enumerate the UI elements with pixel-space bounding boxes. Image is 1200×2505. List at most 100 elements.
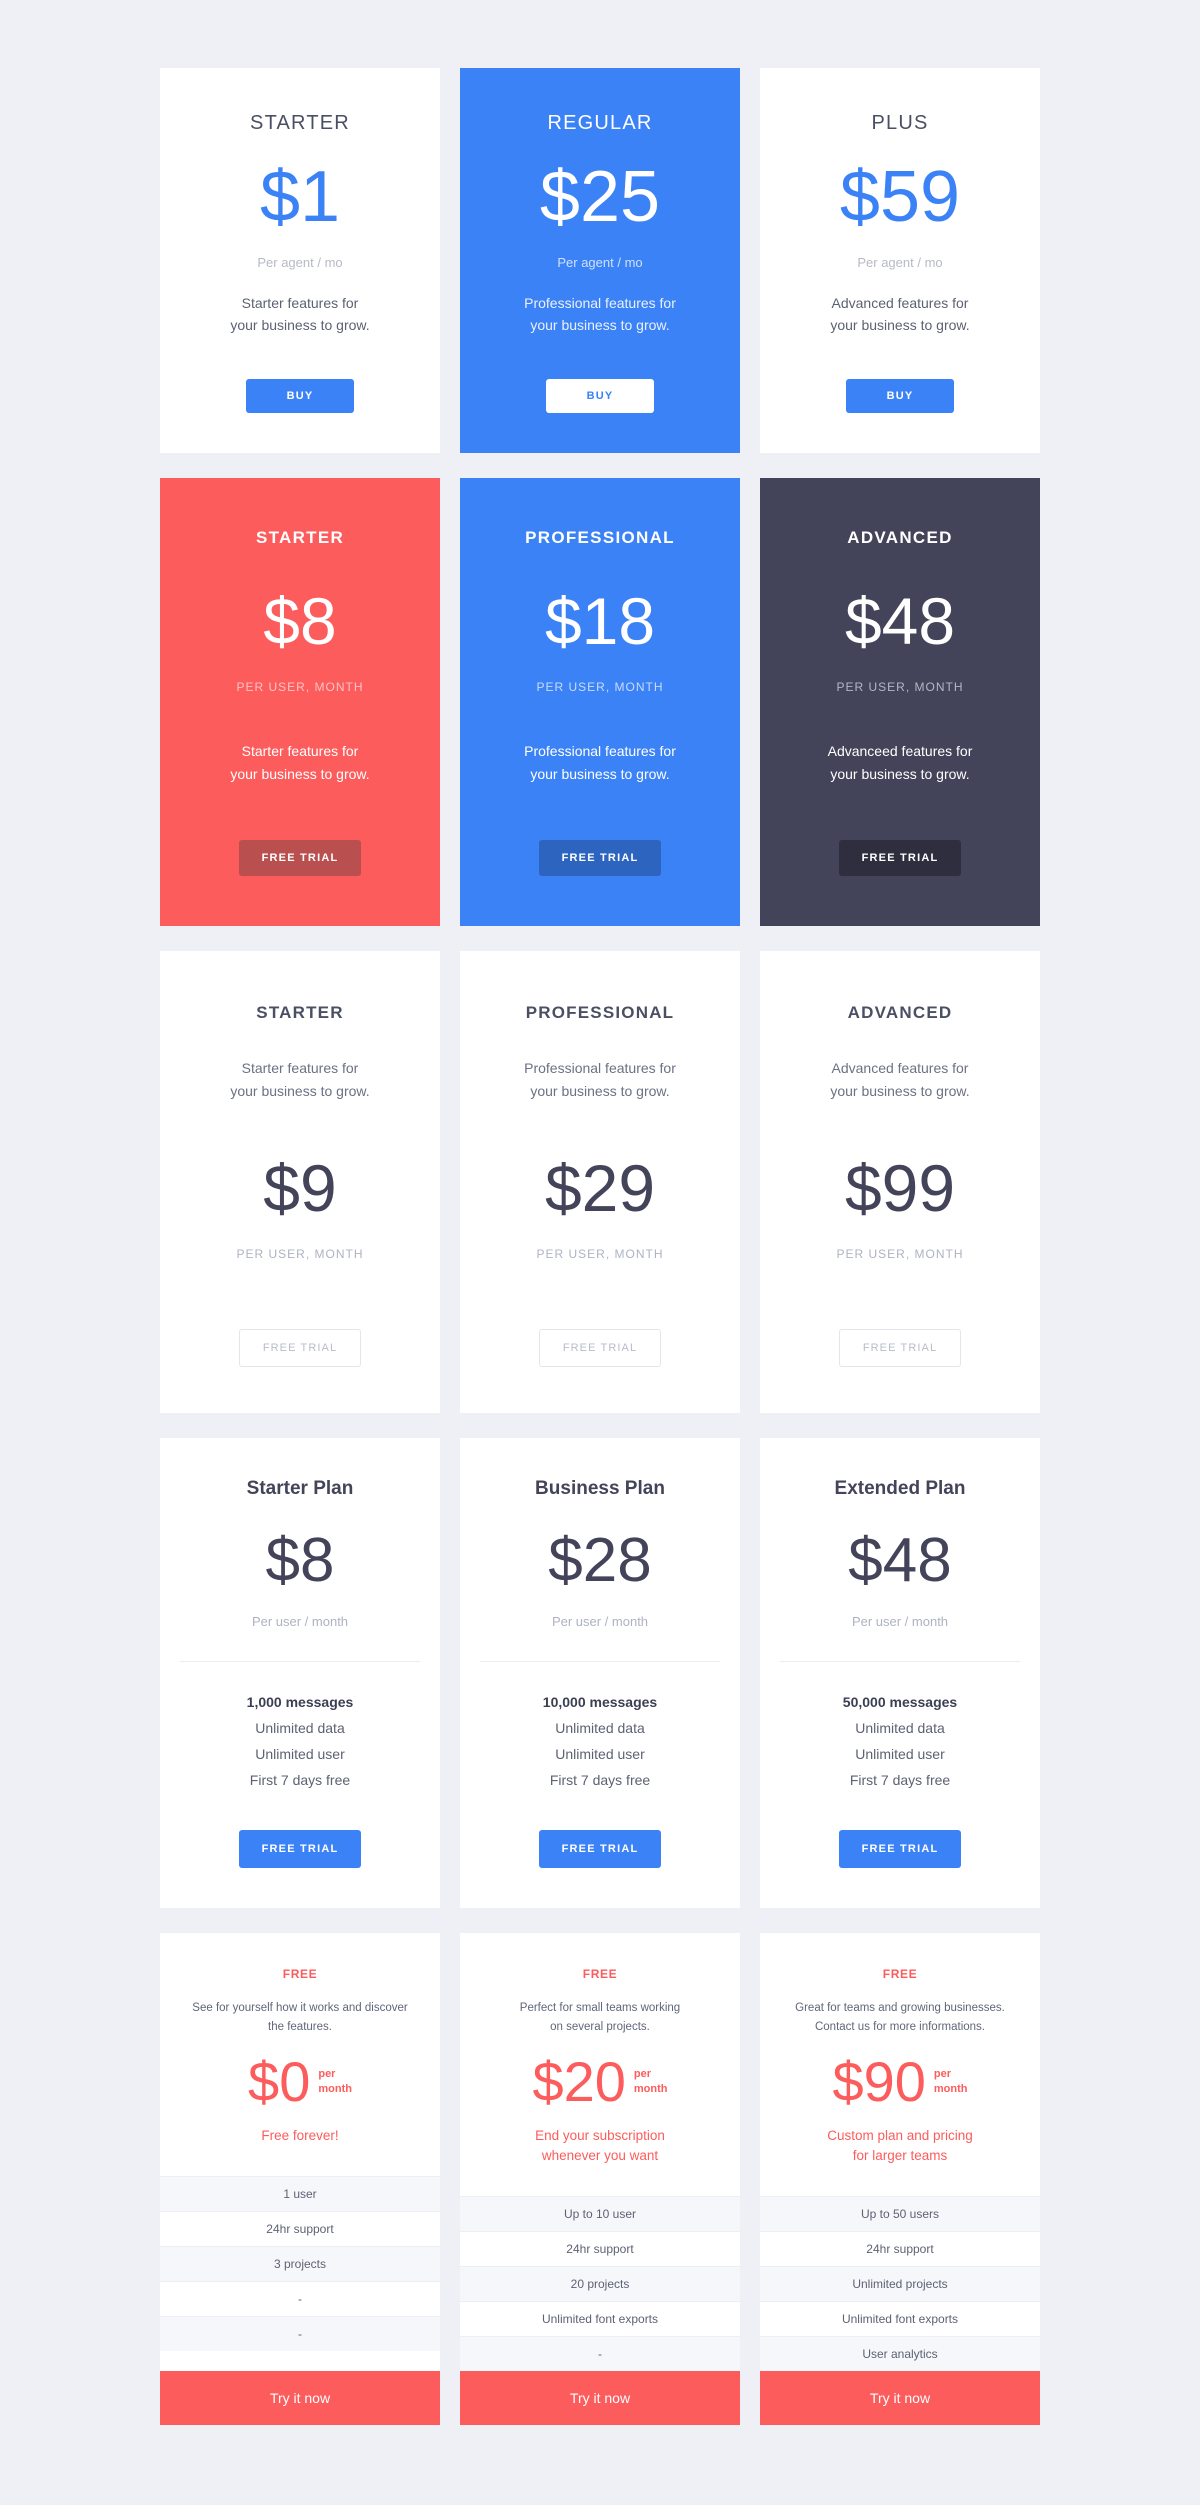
pricing-card-starter-r3[interactable]: STARTER Starter features for your busine… (160, 950, 440, 1414)
plan-period: PER USER, MONTH (536, 679, 664, 694)
plan-period: PER USER, MONTH (236, 1247, 364, 1262)
card-header: FREE Great for teams and growing busines… (760, 1933, 1040, 2197)
plan-title: PROFESSIONAL (525, 527, 675, 547)
buy-button[interactable]: BUY (546, 378, 654, 413)
plan-price-unit-line-2: month (933, 2082, 968, 2095)
plan-period: PER USER, MONTH (836, 679, 964, 694)
feature-list: 10,000 messages Unlimited data Unlimited… (543, 1690, 657, 1794)
card-header: FREE See for yourself how it works and d… (160, 1933, 440, 2176)
plan-description-line-2: your business to grow. (830, 765, 970, 782)
section-divider (180, 1661, 420, 1663)
table-row: 24hr support (160, 2211, 440, 2247)
plan-period: Per user / month (551, 1614, 649, 1630)
table-row: - (160, 2316, 440, 2352)
feature-table: Up to 50 users 24hr support Unlimited pr… (760, 2196, 1040, 2372)
pricing-card-starter-r1[interactable]: STARTER $1 Per agent / mo Starter featur… (160, 68, 440, 453)
pricing-card-plus-r1[interactable]: PLUS $59 Per agent / mo Advanced feature… (760, 68, 1040, 453)
price-block: $20 per month (532, 2053, 668, 2110)
pricing-card-advanced-r2[interactable]: ADVANCED $48 PER USER, MONTH Advanceed f… (760, 477, 1040, 926)
plan-title: STARTER (255, 527, 345, 547)
try-it-now-button[interactable]: Try it now (760, 2371, 1040, 2426)
plan-title: Business Plan (535, 1478, 665, 1500)
try-it-now-button[interactable]: Try it now (160, 2371, 440, 2426)
free-trial-button[interactable]: FREE TRIAL (539, 1329, 661, 1368)
plan-description-line-2: your business to grow. (830, 317, 970, 334)
buy-button[interactable]: BUY (846, 378, 954, 413)
plan-tagline-line-1: Custom plan and pricing (827, 2127, 973, 2143)
table-row: 1 user (160, 2176, 440, 2212)
free-trial-button[interactable]: FREE TRIAL (539, 839, 661, 876)
table-row: 24hr support (760, 2231, 1040, 2267)
plan-period: Per agent / mo (557, 255, 643, 270)
plan-description: Professional features for your business … (524, 292, 676, 337)
plan-price-unit-line-2: month (633, 2082, 668, 2095)
table-row: 3 projects (160, 2246, 440, 2282)
free-trial-button[interactable]: FREE TRIAL (239, 1829, 361, 1868)
plan-price: $48 (848, 1526, 952, 1596)
table-row: Unlimited font exports (460, 2301, 740, 2337)
plan-title: REGULAR (547, 112, 653, 134)
plan-price: $8 (263, 583, 337, 658)
plan-price: $1 (259, 157, 341, 237)
pricing-card-free-large-teams[interactable]: FREE Great for teams and growing busines… (760, 1932, 1040, 2426)
free-trial-button[interactable]: FREE TRIAL (839, 1829, 961, 1868)
free-trial-button[interactable]: FREE TRIAL (539, 1829, 661, 1868)
pricing-card-starter-plan[interactable]: Starter Plan $8 Per user / month 1,000 m… (160, 1438, 440, 1908)
free-trial-button[interactable]: FREE TRIAL (239, 839, 361, 876)
plan-price: $0 (248, 2049, 311, 2113)
plan-blurb: Great for teams and growing businesses. … (795, 1999, 1005, 2038)
list-item: First 7 days free (549, 1771, 651, 1788)
list-item: 1,000 messages (246, 1694, 354, 1711)
plan-description-line-1: Starter features for (241, 742, 359, 759)
list-item: Unlimited user (255, 1745, 345, 1762)
plan-blurb-line-1: See for yourself how it works and discov… (192, 2001, 408, 2014)
pricing-card-free-starter[interactable]: FREE See for yourself how it works and d… (160, 1932, 440, 2426)
feature-list: 1,000 messages Unlimited data Unlimited … (247, 1690, 354, 1794)
plan-title: ADVANCED (847, 1002, 953, 1022)
plan-description: Starter features for your business to gr… (230, 292, 369, 337)
pricing-card-professional-r2[interactable]: PROFESSIONAL $18 PER USER, MONTH Profess… (460, 477, 740, 926)
table-row: Up to 50 users (760, 2196, 1040, 2232)
plan-price-unit-line-2: month (318, 2082, 352, 2095)
plan-description: Starter features for your business to gr… (230, 740, 369, 786)
pricing-tables-page: STARTER $1 Per agent / mo Starter featur… (0, 0, 1200, 2505)
plan-price-unit-line-1: per (933, 2067, 952, 2080)
plan-price: $28 (548, 1526, 652, 1596)
section-divider (780, 1661, 1020, 1663)
price-block: $0 per month (248, 2049, 352, 2113)
pricing-card-regular-r1[interactable]: REGULAR $25 Per agent / mo Professional … (460, 68, 740, 453)
free-trial-button[interactable]: FREE TRIAL (839, 839, 961, 876)
plan-badge: FREE (282, 1966, 318, 1981)
try-it-now-button[interactable]: Try it now (460, 2371, 740, 2426)
pricing-card-free-small-teams[interactable]: FREE Perfect for small teams working on … (460, 1932, 740, 2426)
plan-price: $25 (539, 157, 661, 237)
plan-title: ADVANCED (847, 527, 953, 547)
buy-button[interactable]: BUY (246, 378, 354, 413)
plan-title: STARTER (256, 1002, 344, 1022)
plan-period: Per user / month (251, 1614, 349, 1630)
plan-price: $9 (263, 1151, 337, 1226)
table-row: 20 projects (460, 2266, 740, 2302)
plan-description-line-1: Professional features for (524, 742, 676, 759)
pricing-row-5: FREE See for yourself how it works and d… (160, 1932, 1040, 2426)
plan-description-line-2: your business to grow. (830, 1083, 970, 1100)
feature-table: Up to 10 user 24hr support 20 projects U… (460, 2196, 740, 2372)
pricing-card-advanced-r3[interactable]: ADVANCED Advanced features for your busi… (760, 950, 1040, 1414)
plan-blurb: Perfect for small teams working on sever… (520, 1999, 680, 2038)
pricing-card-business-plan[interactable]: Business Plan $28 Per user / month 10,00… (460, 1438, 740, 1908)
table-row: User analytics (760, 2336, 1040, 2372)
free-trial-button[interactable]: FREE TRIAL (839, 1329, 961, 1368)
plan-description-line-2: your business to grow. (230, 765, 370, 782)
pricing-card-extended-plan[interactable]: Extended Plan $48 Per user / month 50,00… (760, 1438, 1040, 1908)
plan-blurb-line-2: the features. (268, 2021, 332, 2034)
table-row: - (460, 2336, 740, 2372)
pricing-card-starter-r2[interactable]: STARTER $8 PER USER, MONTH Starter featu… (160, 477, 440, 926)
plan-price-unit-line-1: per (318, 2067, 336, 2080)
pricing-card-professional-r3[interactable]: PROFESSIONAL Professional features for y… (460, 950, 740, 1414)
list-item: First 7 days free (249, 1771, 351, 1788)
plan-description: Advanced features for your business to g… (830, 1057, 969, 1103)
plan-description-line-2: your business to grow. (530, 317, 670, 334)
free-trial-button[interactable]: FREE TRIAL (239, 1329, 361, 1368)
plan-price-unit: per month (318, 2067, 352, 2097)
list-item: Unlimited data (255, 1720, 345, 1737)
